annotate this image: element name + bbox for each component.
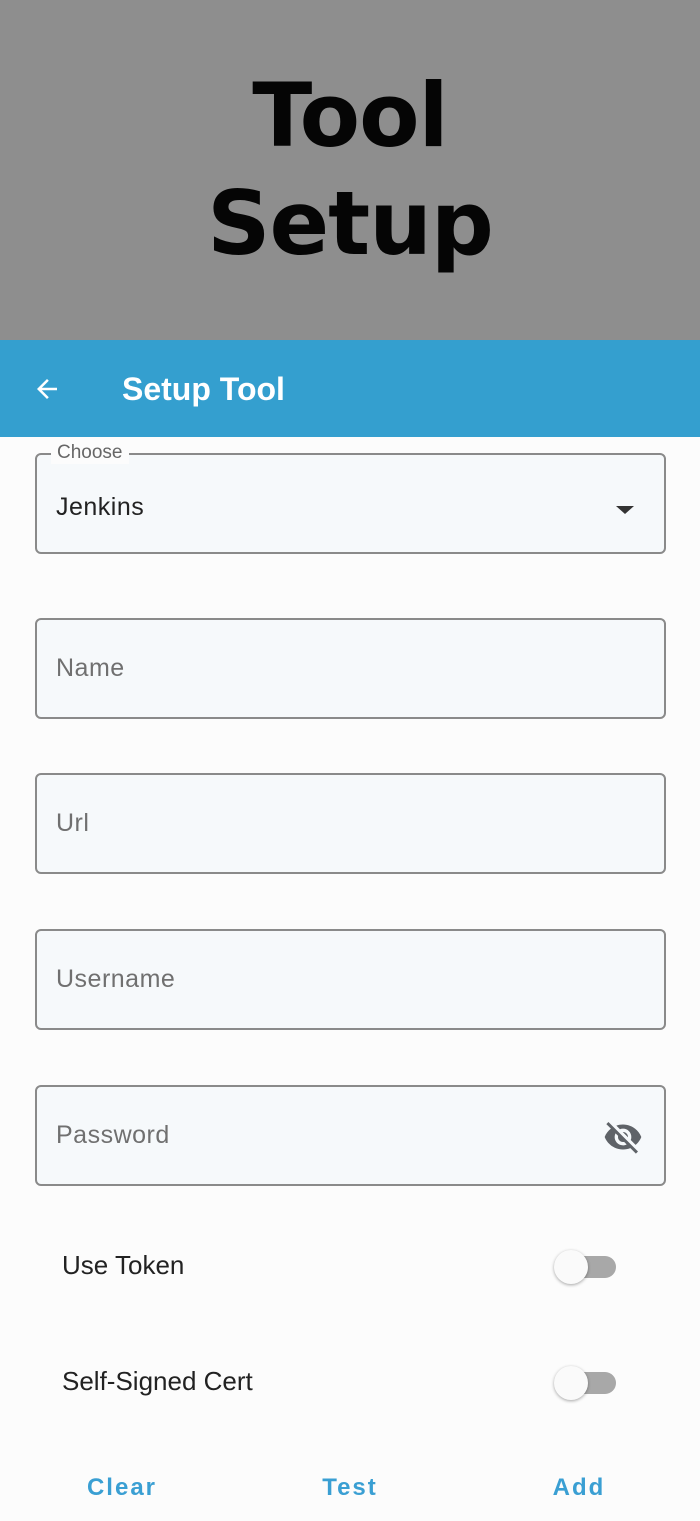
caret-down-icon — [616, 506, 634, 514]
action-bar: Clear Test Add — [0, 1455, 700, 1521]
eye-off-icon — [604, 1122, 642, 1154]
switch-thumb — [554, 1366, 588, 1400]
use-token-switch[interactable] — [554, 1250, 618, 1284]
self-signed-cert-label: Self-Signed Cert — [62, 1366, 253, 1396]
url-field[interactable]: Url — [35, 773, 666, 874]
self-signed-cert-switch[interactable] — [554, 1366, 618, 1400]
password-placeholder: Password — [56, 1121, 170, 1149]
clear-button[interactable]: Clear — [47, 1455, 197, 1521]
name-field[interactable]: Name — [35, 618, 666, 719]
tool-type-select[interactable]: Choose Jenkins — [35, 442, 666, 554]
promo-banner: Tool Setup — [0, 0, 700, 340]
banner-title: Tool Setup — [207, 64, 494, 275]
switch-thumb — [554, 1250, 588, 1284]
app-bar: Setup Tool — [0, 340, 700, 437]
url-placeholder: Url — [56, 809, 90, 837]
use-token-row: Use Token — [35, 1235, 666, 1295]
self-signed-cert-row: Self-Signed Cert — [35, 1351, 666, 1411]
arrow-left-icon — [37, 379, 57, 399]
test-button[interactable]: Test — [275, 1455, 425, 1521]
password-field[interactable]: Password — [35, 1085, 666, 1186]
page-title: Setup Tool — [122, 371, 285, 407]
username-field[interactable]: Username — [35, 929, 666, 1030]
choose-legend: Choose — [51, 442, 129, 464]
back-button[interactable] — [24, 366, 70, 412]
use-token-label: Use Token — [62, 1250, 185, 1280]
add-button[interactable]: Add — [504, 1455, 654, 1521]
tool-type-value: Jenkins — [56, 493, 145, 521]
username-placeholder: Username — [56, 965, 176, 993]
name-placeholder: Name — [56, 654, 125, 682]
toggle-password-visibility-button[interactable] — [602, 1116, 644, 1158]
